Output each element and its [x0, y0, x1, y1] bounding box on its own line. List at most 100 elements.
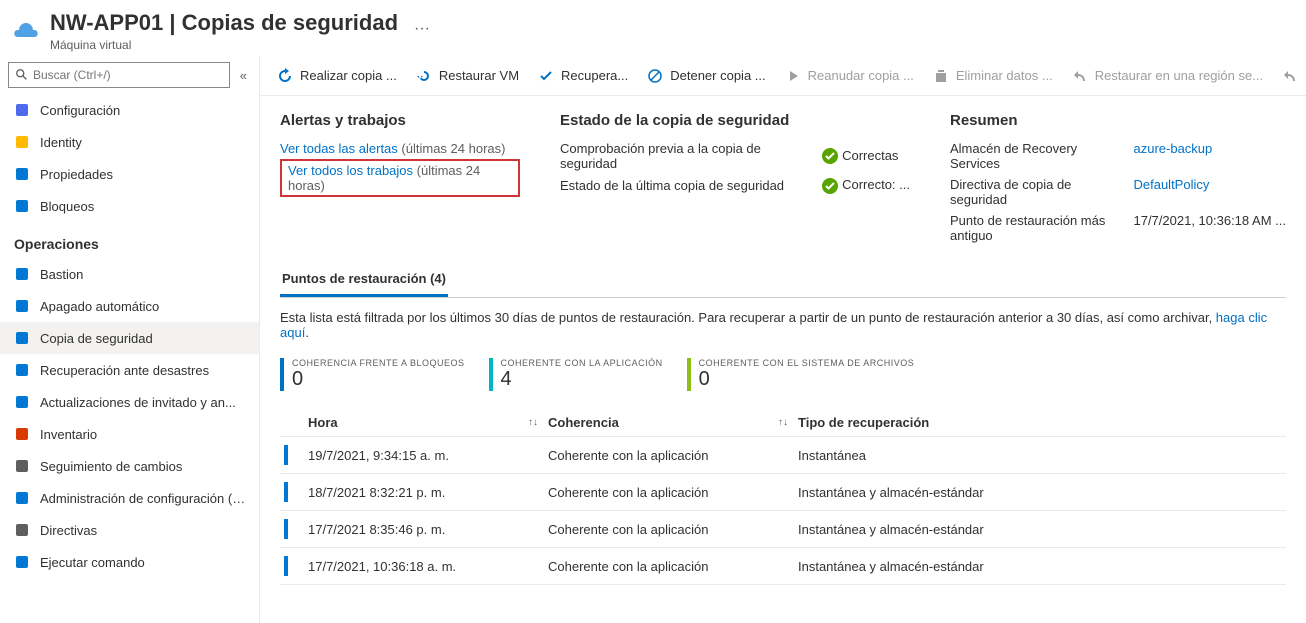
filter-note-text: Esta lista está filtrada por los últimos… [280, 310, 1216, 325]
sidebar-item-label: Ejecutar comando [40, 555, 145, 570]
nav-item-icon [14, 102, 30, 118]
sidebar-item[interactable]: Administración de configuración (Versión… [0, 482, 259, 514]
stat-value: 0 [292, 368, 465, 391]
stat-value: 4 [501, 368, 663, 391]
sidebar-item-label: Administración de configuración (Versión… [40, 491, 247, 506]
vm-cloud-icon [12, 16, 40, 44]
toolbar-button[interactable]: Realizar copia ... [270, 63, 403, 89]
cell-consistency: Coherente con la aplicación [548, 559, 798, 574]
toolbar-button: Eliminar datos ... [926, 63, 1059, 89]
search-input[interactable] [33, 68, 223, 82]
stat-label: COHERENTE CON LA APLICACIÓN [501, 358, 663, 368]
resume-icon [784, 67, 802, 85]
nav-item-icon [14, 426, 30, 442]
nav-item-icon [14, 166, 30, 182]
row-marker-icon [284, 445, 288, 465]
precheck-value: Correctas [842, 148, 898, 163]
highlighted-jobs-link-wrapper: Ver todos los trabajos (últimas 24 horas… [280, 159, 520, 197]
cell-time: 17/7/2021, 10:36:18 a. m. [308, 559, 548, 574]
toolbar-button: Recuperar [1275, 63, 1306, 89]
sidebar-item[interactable]: Configuración [0, 94, 259, 126]
toolbar-button: Reanudar copia ... [778, 63, 920, 89]
view-alerts-link[interactable]: Ver todas las alertas [280, 141, 398, 156]
alerts-section-title: Alertas y trabajos [280, 112, 520, 129]
restore-icon [415, 67, 433, 85]
sidebar-item[interactable]: Recuperación ante desastres [0, 354, 259, 386]
sidebar-item-label: Bastion [40, 267, 83, 282]
cell-recovery: Instantánea y almacén-estándar [798, 485, 1286, 500]
summary-section-title: Resumen [950, 112, 1286, 129]
oldest-point-label: Punto de restauración más antiguo [950, 213, 1109, 243]
row-marker-icon [284, 556, 288, 576]
toolbar-button-label: Recupera... [561, 68, 628, 83]
vault-label: Almacén de Recovery Services [950, 141, 1109, 171]
toolbar-button[interactable]: Recupera... [531, 63, 634, 89]
cell-recovery: Instantánea y almacén-estándar [798, 559, 1286, 574]
restore-points-tab[interactable]: Puntos de restauración (4) [280, 263, 448, 297]
table-row[interactable]: 17/7/2021, 10:36:18 a. m.Coherente con l… [280, 548, 1286, 585]
sidebar-item-label: Actualizaciones de invitado y an... [40, 395, 236, 410]
stop-icon [646, 67, 664, 85]
col-recovery-header[interactable]: Tipo de recuperación [798, 415, 929, 430]
sidebar-item-label: Bloqueos [40, 199, 94, 214]
toolbar-button-label: Restaurar VM [439, 68, 519, 83]
sidebar-item-label: Apagado automático [40, 299, 159, 314]
check-icon [537, 67, 555, 85]
nav-item-icon [14, 362, 30, 378]
sidebar-item[interactable]: Identity [0, 126, 259, 158]
sidebar-item[interactable]: Bastion [0, 258, 259, 290]
stat-card: COHERENCIA FRENTE A BLOQUEOS0 [280, 358, 473, 391]
vault-link[interactable]: azure-backup [1133, 141, 1286, 171]
sidebar-section-title: Operaciones [0, 222, 259, 258]
check-ok-icon [822, 148, 838, 164]
lastbackup-label: Estado de la última copia de seguridad [560, 178, 814, 193]
nav-item-icon [14, 134, 30, 150]
sidebar-item-label: Seguimiento de cambios [40, 459, 182, 474]
cell-consistency: Coherente con la aplicación [548, 448, 798, 463]
table-row[interactable]: 19/7/2021, 9:34:15 a. m.Coherente con la… [280, 437, 1286, 474]
toolbar-button[interactable]: Restaurar VM [409, 63, 525, 89]
sidebar-item-label: Identity [40, 135, 82, 150]
sidebar-item[interactable]: Ejecutar comando [0, 546, 259, 578]
stat-value: 0 [699, 368, 915, 391]
policy-link[interactable]: DefaultPolicy [1133, 177, 1286, 207]
nav-item-icon [14, 330, 30, 346]
view-alerts-paren: (últimas 24 horas) [401, 141, 505, 156]
sidebar-item[interactable]: Seguimiento de cambios [0, 450, 259, 482]
sidebar-item[interactable]: Actualizaciones de invitado y an... [0, 386, 259, 418]
table-row[interactable]: 17/7/2021 8:35:46 p. m.Coherente con la … [280, 511, 1286, 548]
more-actions-button[interactable]: ··· [408, 20, 436, 38]
toolbar-button-label: Reanudar copia ... [808, 68, 914, 83]
cell-time: 18/7/2021 8:32:21 p. m. [308, 485, 548, 500]
cell-consistency: Coherente con la aplicación [548, 522, 798, 537]
sort-updown-icon[interactable]: ↑↓ [528, 417, 548, 428]
table-row[interactable]: 18/7/2021 8:32:21 p. m.Coherente con la … [280, 474, 1286, 511]
sidebar-item[interactable]: Apagado automático [0, 290, 259, 322]
sidebar-item-label: Propiedades [40, 167, 113, 182]
sidebar-item[interactable]: Copia de seguridad [0, 322, 259, 354]
cell-recovery: Instantánea y almacén-estándar [798, 522, 1286, 537]
stat-card: COHERENTE CON LA APLICACIÓN4 [489, 358, 671, 391]
col-time-header[interactable]: Hora [308, 415, 338, 430]
stat-label: COHERENTE CON EL SISTEMA DE ARCHIVOS [699, 358, 915, 368]
cell-consistency: Coherente con la aplicación [548, 485, 798, 500]
toolbar-button-label: Eliminar datos ... [956, 68, 1053, 83]
nav-item-icon [14, 266, 30, 282]
stat-card: COHERENTE CON EL SISTEMA DE ARCHIVOS0 [687, 358, 923, 391]
collapse-sidebar-button[interactable]: « [236, 64, 251, 87]
sidebar-item[interactable]: Bloqueos [0, 190, 259, 222]
sidebar-item-label: Recuperación ante desastres [40, 363, 209, 378]
lastbackup-value: Correcto: ... [842, 177, 910, 192]
search-input-wrapper[interactable] [8, 62, 230, 88]
sidebar-item[interactable]: Propiedades [0, 158, 259, 190]
toolbar-button-label: Realizar copia ... [300, 68, 397, 83]
oldest-point-value: 17/7/2021, 10:36:18 AM ... [1133, 213, 1286, 243]
sort-updown-icon[interactable]: ↑↓ [778, 417, 798, 428]
toolbar-button[interactable]: Detener copia ... [640, 63, 771, 89]
col-consistency-header[interactable]: Coherencia [548, 415, 619, 430]
nav-item-icon [14, 522, 30, 538]
nav-item-icon [14, 554, 30, 570]
sidebar-item[interactable]: Inventario [0, 418, 259, 450]
sidebar-item[interactable]: Directivas [0, 514, 259, 546]
view-jobs-link[interactable]: Ver todos los trabajos [288, 163, 413, 178]
